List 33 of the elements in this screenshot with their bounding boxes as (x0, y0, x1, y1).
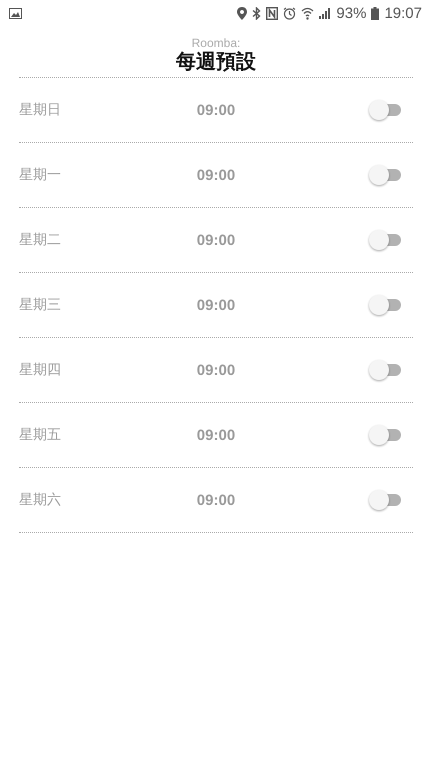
bluetooth-icon (252, 6, 262, 20)
battery-percent: 93% (336, 4, 366, 22)
image-icon (9, 8, 22, 18)
schedule-toggle[interactable] (368, 99, 403, 121)
schedule-time[interactable]: 09:00 (196, 102, 236, 118)
day-label: 星期一 (19, 166, 62, 184)
schedule-toggle[interactable] (368, 424, 403, 446)
schedule-time[interactable]: 09:00 (196, 166, 236, 184)
clock-time: 19:07 (384, 4, 422, 22)
alarm-icon (283, 6, 296, 20)
day-label: 星期五 (19, 426, 62, 444)
wifi-icon (301, 6, 314, 20)
day-label: 星期六 (19, 491, 62, 509)
location-icon (237, 6, 248, 20)
schedule-time[interactable]: 09:00 (196, 296, 236, 314)
device-name: Roomba: (192, 37, 240, 49)
day-label: 星期二 (19, 231, 62, 249)
schedule-toggle[interactable] (368, 229, 403, 251)
schedule-toggle[interactable] (368, 359, 403, 381)
schedule-toggle[interactable] (368, 489, 403, 511)
day-label: 星期三 (19, 296, 62, 314)
page-title: 每週預設 (176, 49, 256, 73)
nfc-icon (266, 6, 278, 20)
schedule-time[interactable]: 09:00 (196, 362, 236, 378)
schedule-time[interactable]: 09:00 (196, 492, 236, 508)
schedule-toggle[interactable] (368, 164, 403, 186)
battery-icon (371, 6, 380, 20)
schedule-toggle[interactable] (368, 294, 403, 316)
schedule-time[interactable]: 09:00 (196, 426, 236, 444)
schedule-time[interactable]: 09:00 (196, 232, 236, 248)
day-label: 星期四 (19, 361, 62, 379)
day-label: 星期日 (19, 101, 62, 119)
signal-icon (319, 7, 332, 19)
